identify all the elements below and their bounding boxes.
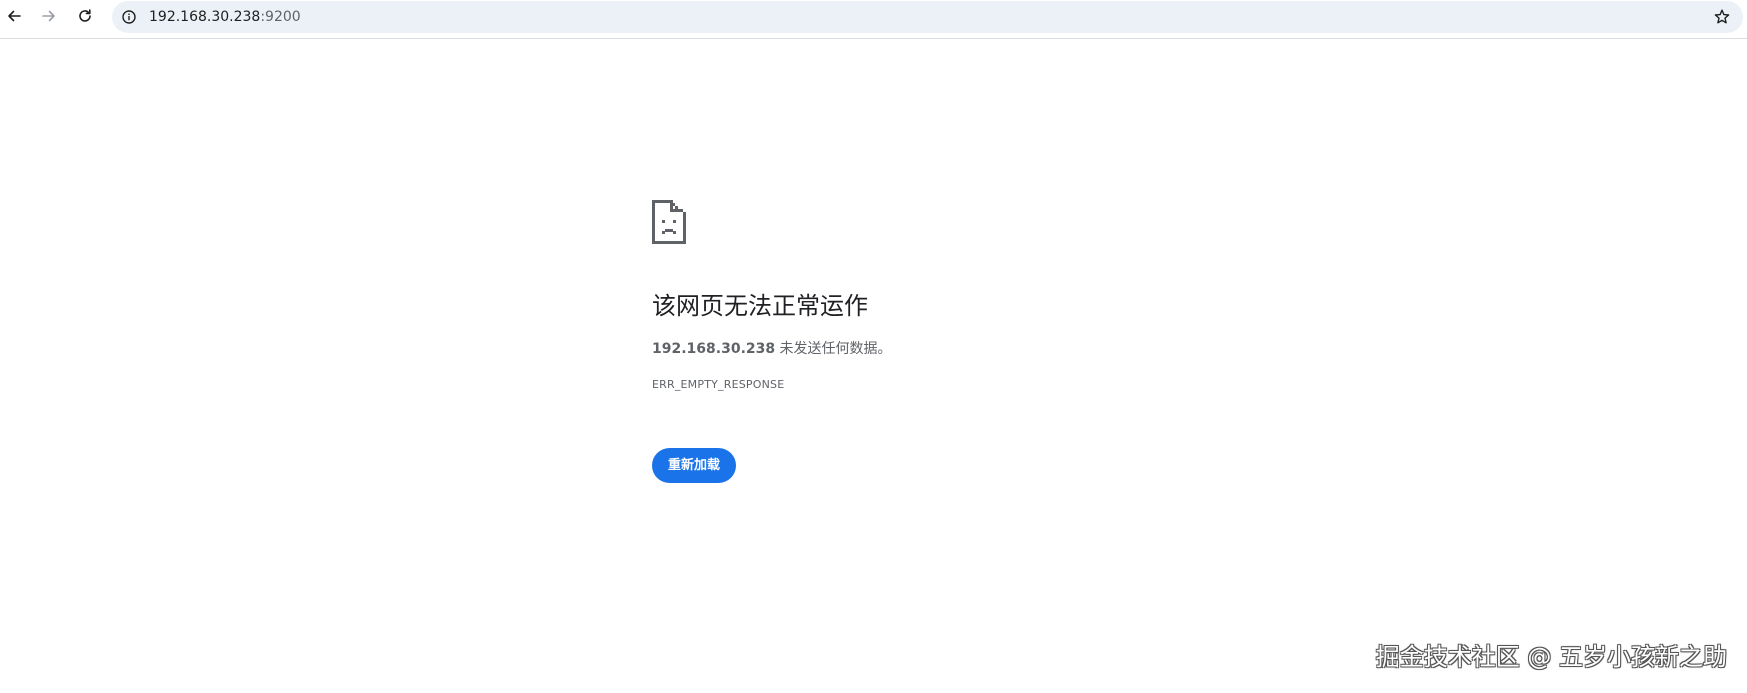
url-host: 192.168.30.238 <box>149 9 261 25</box>
browser-toolbar: 192.168.30.238:9200 <box>0 0 1747 39</box>
reload-page-button[interactable]: 重新加载 <box>652 448 737 483</box>
address-bar[interactable]: 192.168.30.238:9200 <box>112 1 1743 33</box>
error-code: ERR_EMPTY_RESPONSE <box>652 378 785 391</box>
url-text[interactable]: 192.168.30.238:9200 <box>149 8 301 26</box>
reload-button[interactable] <box>72 3 98 29</box>
info-icon[interactable] <box>121 9 137 25</box>
back-arrow-icon <box>8 10 21 22</box>
error-message: 未发送任何数据。 <box>775 341 892 357</box>
url-port: :9200 <box>260 9 301 25</box>
forward-arrow-icon <box>42 10 55 22</box>
error-host: 192.168.30.238 <box>652 341 776 357</box>
forward-button[interactable] <box>36 3 62 29</box>
watermark: 掘金技术社区 @ 五岁小孩新之助 <box>1375 643 1727 671</box>
back-button[interactable] <box>1 3 27 29</box>
reload-icon <box>79 9 91 22</box>
error-description: 192.168.30.238 未发送任何数据。 <box>652 338 892 360</box>
page-title: 该网页无法正常运作 <box>652 292 868 320</box>
star-icon[interactable] <box>1713 8 1731 26</box>
sad-page-icon <box>652 200 686 244</box>
